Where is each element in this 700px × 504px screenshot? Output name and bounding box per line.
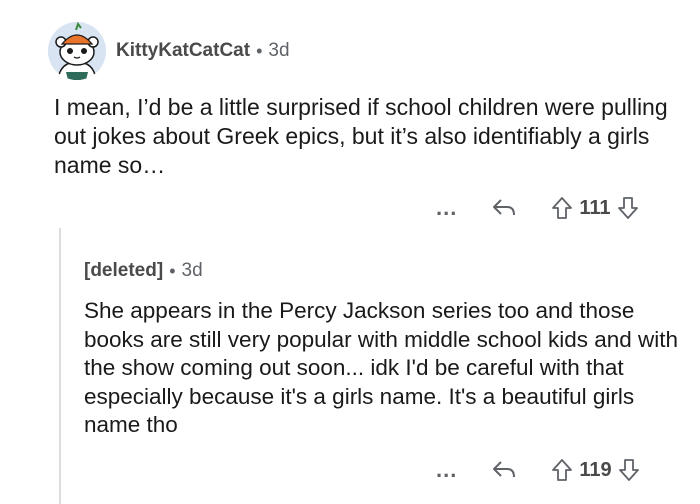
reply-comment-header: [deleted] • 3d: [84, 260, 203, 282]
arrow-down-icon: [617, 197, 638, 219]
reply-comment-actions: ... 119: [436, 458, 640, 482]
comment-body: I mean, I’d be a little surprised if sch…: [54, 94, 668, 178]
reply-arrow-icon: [493, 461, 516, 478]
downvote-button[interactable]: [618, 458, 640, 482]
comment-header: KittyKatCatCat • 3d: [116, 40, 290, 62]
vote-count: 119: [579, 458, 612, 481]
downvote-button[interactable]: [617, 196, 639, 220]
reply-button[interactable]: [491, 197, 517, 219]
comment-timestamp: 3d: [268, 40, 290, 61]
username-link[interactable]: KittyKatCatCat: [116, 40, 250, 62]
meta-separator: •: [256, 40, 263, 61]
more-options-button[interactable]: ...: [436, 459, 457, 481]
user-avatar[interactable]: [48, 22, 106, 80]
arrow-down-icon: [618, 459, 639, 481]
comment-actions: ... 111: [436, 196, 639, 220]
meta-separator: •: [169, 260, 176, 281]
arrow-up-icon: [552, 197, 573, 219]
thread-line: [59, 228, 61, 504]
snoo-avatar-icon: [48, 22, 106, 80]
reply-comment-body: She appears in the Percy Jackson series …: [84, 298, 679, 437]
vote-count: 111: [579, 196, 611, 219]
deleted-username: [deleted]: [84, 260, 164, 281]
reply-button[interactable]: [491, 459, 517, 481]
upvote-button[interactable]: [551, 196, 573, 220]
comment-timestamp: 3d: [181, 260, 203, 281]
reply-arrow-icon: [493, 199, 516, 216]
more-options-button[interactable]: ...: [436, 197, 457, 219]
upvote-button[interactable]: [551, 458, 573, 482]
arrow-up-icon: [552, 459, 573, 481]
